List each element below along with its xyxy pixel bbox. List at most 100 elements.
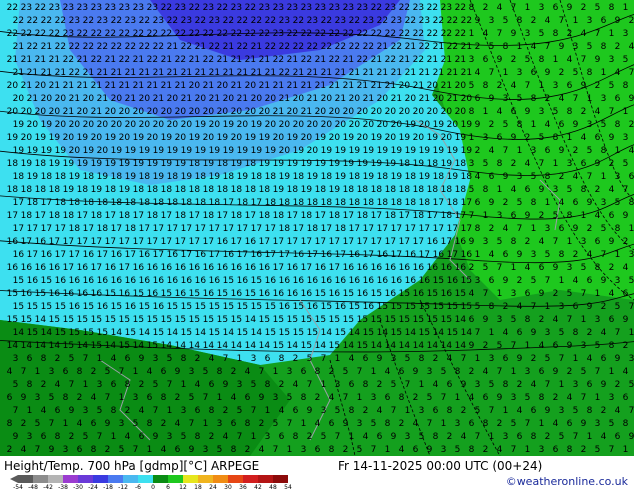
- contour-label: 21: [35, 55, 46, 65]
- contour-label: 16: [307, 276, 319, 286]
- contour-label: 19: [321, 146, 333, 156]
- contour-label: 21: [153, 68, 164, 78]
- contour-label: 2: [475, 42, 481, 52]
- contour-label: 22: [35, 3, 46, 13]
- contour-label: 20: [189, 107, 201, 117]
- contour-label: 9: [475, 120, 481, 130]
- contour-label: 4: [483, 367, 489, 377]
- contour-label: 8: [553, 133, 559, 143]
- contour-label: 4: [195, 380, 201, 390]
- contour-label: 16: [321, 250, 333, 260]
- contour-label: 15: [91, 341, 102, 351]
- contour-label: 5: [581, 367, 587, 377]
- contour-label: 21: [41, 42, 52, 52]
- colorbar: -54 -48 -42 -38 -30 -24 -18 -12 -6 0 6 12 18 24 30 36 42…: [10, 475, 292, 489]
- contour-label: 17: [419, 224, 430, 234]
- contour-label: 4: [161, 445, 167, 455]
- contour-label: 20: [21, 107, 33, 117]
- contour-label: 9: [503, 172, 509, 182]
- contour-label: 7: [559, 16, 565, 26]
- contour-label: 22: [125, 42, 136, 52]
- contour-label: 3: [371, 393, 377, 403]
- contour-label: 1: [405, 406, 411, 416]
- contour-label: 7: [441, 393, 447, 403]
- contour-label: 7: [251, 406, 257, 416]
- contour-label: 21: [195, 42, 206, 52]
- contour-label: 9: [13, 432, 19, 442]
- contour-label: 6: [469, 419, 475, 429]
- contour-label: 14: [189, 341, 201, 351]
- contour-label: 2: [553, 289, 559, 299]
- contour-label: 20: [321, 120, 333, 130]
- contour-label: 19: [307, 172, 319, 182]
- contour-label: 19: [49, 133, 61, 143]
- contour-label: 4: [175, 419, 181, 429]
- contour-label: 5: [167, 354, 173, 364]
- contour-label: 16: [55, 276, 67, 286]
- contour-label: 17: [119, 263, 130, 273]
- contour-label: 9: [427, 445, 433, 455]
- map-title: Height/Temp. 700 hPa [gdmp][°C] ARPEGE: [4, 459, 260, 473]
- contour-label: 9: [153, 432, 159, 442]
- contour-label: 19: [447, 146, 459, 156]
- contour-label: 16: [293, 250, 305, 260]
- contour-label: 21: [433, 68, 444, 78]
- contour-label: 2: [91, 367, 97, 377]
- contour-label: 23: [125, 16, 136, 26]
- contour-label: 22: [139, 42, 150, 52]
- colorbar-swatch: [198, 475, 213, 483]
- contour-label: 5: [553, 107, 559, 117]
- contour-label: 9: [623, 315, 629, 325]
- contour-label: 15: [433, 302, 444, 312]
- contour-label: 19: [405, 146, 417, 156]
- contour-label: 20: [223, 94, 235, 104]
- contour-label: 22: [111, 16, 122, 26]
- credit-link[interactable]: ©weatheronline.co.uk: [506, 475, 628, 489]
- contour-label: 17: [83, 224, 94, 234]
- contour-label: 7: [483, 289, 489, 299]
- contour-label: 9: [559, 42, 565, 52]
- contour-label: 5: [503, 16, 509, 26]
- contour-label: 1: [321, 380, 327, 390]
- contour-label: 5: [405, 354, 411, 364]
- contour-label: 19: [413, 159, 425, 169]
- contour-label: 23: [91, 3, 102, 13]
- contour-label: 23: [203, 3, 214, 13]
- contour-label: 20: [181, 120, 193, 130]
- contour-label: 21: [181, 68, 192, 78]
- contour-label: 17: [77, 237, 88, 247]
- contour-label: 15: [63, 315, 74, 325]
- contour-label: 3: [83, 406, 89, 416]
- contour-label: 3: [27, 432, 33, 442]
- contour-label: 8: [609, 341, 615, 351]
- contour-label: 16: [49, 289, 61, 299]
- contour-label: 23: [175, 3, 186, 13]
- contour-label: 19: [195, 120, 207, 130]
- contour-label: 14: [385, 341, 397, 351]
- contour-label: 5: [567, 185, 573, 195]
- contour-label: 19: [91, 159, 103, 169]
- contour-label: 9: [553, 263, 559, 273]
- contour-label: 15: [209, 328, 220, 338]
- contour-label: 17: [273, 237, 284, 247]
- colorbar-swatch: [168, 475, 183, 483]
- contour-label: 7: [307, 380, 313, 390]
- contour-label: 21: [203, 81, 214, 91]
- contour-label: 1: [97, 354, 103, 364]
- contour-label: 15: [329, 315, 340, 325]
- contour-label: 3: [609, 393, 615, 403]
- contour-label: 19: [335, 172, 347, 182]
- contour-label: 4: [615, 406, 621, 416]
- contour-label: 15: [293, 302, 304, 312]
- contour-label: 18: [293, 172, 305, 182]
- contour-label: 15: [371, 289, 382, 299]
- contour-label: 19: [301, 159, 313, 169]
- contour-label: 6: [511, 211, 517, 221]
- contour-label: 20: [91, 133, 103, 143]
- contour-label: 5: [119, 445, 125, 455]
- contour-label: 3: [217, 419, 223, 429]
- contour-label: 19: [315, 133, 327, 143]
- contour-label: 5: [13, 380, 19, 390]
- contour-label: 22: [223, 16, 234, 26]
- contour-label: 16: [231, 263, 243, 273]
